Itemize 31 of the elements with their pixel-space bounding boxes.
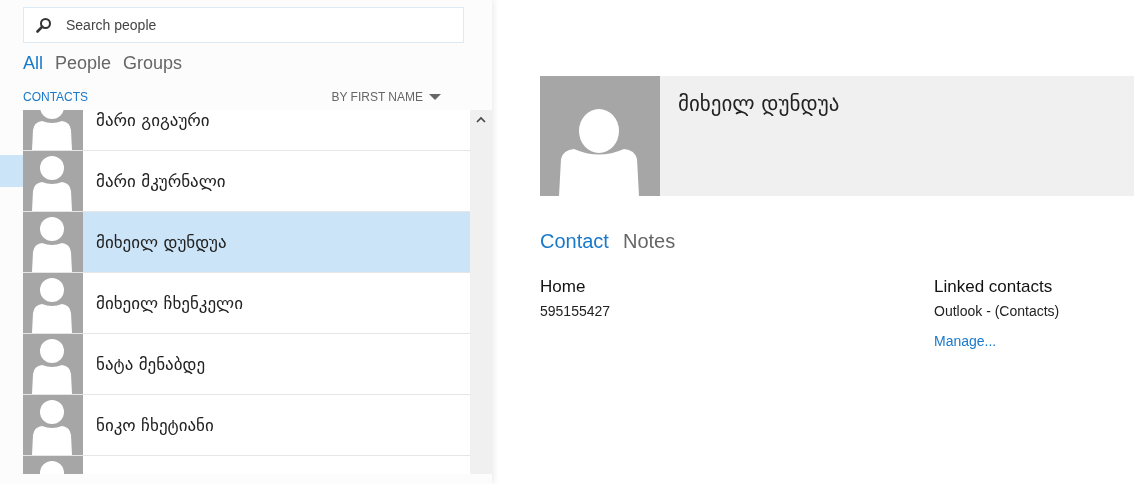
contact-item[interactable]: ნატა მენაბდე [23, 334, 470, 395]
caret-icon [429, 93, 441, 101]
contact-item[interactable]: მარი გიგაური [23, 110, 470, 151]
list-title: CONTACTS [23, 90, 89, 104]
field-label: Home [540, 277, 587, 297]
avatar-icon [23, 212, 83, 272]
scroll-up-icon[interactable] [476, 116, 486, 123]
contact-item[interactable]: ნიკო ჩხეტიანი [23, 395, 470, 456]
search-field[interactable]: Search people [23, 7, 464, 43]
scrollbar[interactable] [470, 110, 492, 474]
contact-name: მარი მკურნალი [96, 171, 226, 191]
contact-name: მიხეილ ჩხენკელი [96, 293, 243, 313]
contact-item[interactable]: მიხეილ ჩხენკელი [23, 273, 470, 334]
filter-tab[interactable]: All [23, 52, 43, 74]
linked-account: Outlook - (Contacts) [934, 303, 1060, 319]
phone-number: 595155427 [540, 303, 612, 319]
filter-tab[interactable]: People [55, 52, 112, 74]
contact-name: ნატა მენაბდე [96, 354, 206, 374]
contact-name: მიხეილ დუნდუა [96, 232, 227, 252]
avatar-icon [540, 76, 660, 196]
contact-name: მარი გიგაური [96, 110, 210, 130]
contact-title: მიხეილ დუნდუა [678, 92, 840, 116]
detail-tab[interactable]: Notes [622, 230, 676, 253]
manage-link[interactable]: Manage... [934, 333, 1060, 349]
sort-dropdown[interactable]: BY FIRST NAME [331, 90, 441, 104]
contact-name: ნიკო ჩხეტიანი [96, 415, 214, 435]
detail-tab[interactable]: Contact [540, 230, 609, 253]
filter-tab[interactable]: Groups [123, 52, 183, 74]
field-label: Linked contacts [934, 277, 1054, 297]
contact-item[interactable]: მიხეილ დუნდუა [23, 212, 470, 273]
selection-highlight [0, 155, 23, 187]
